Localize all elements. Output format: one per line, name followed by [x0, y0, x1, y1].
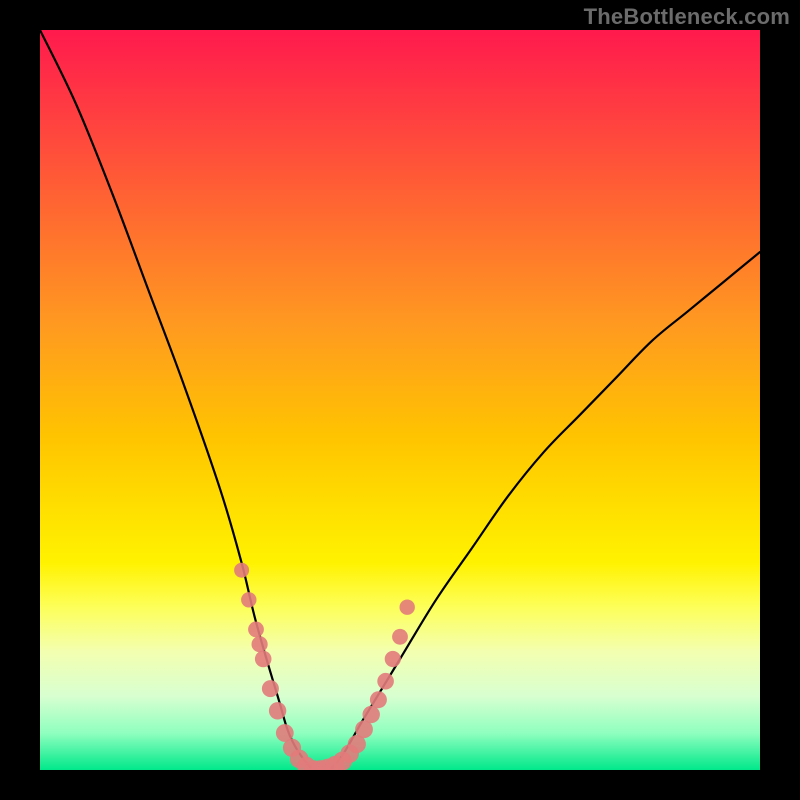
- outer-frame: TheBottleneck.com: [0, 0, 800, 800]
- marker-dot: [269, 702, 286, 719]
- marker-dot: [252, 636, 268, 652]
- plot-area: [40, 30, 760, 770]
- marker-group: [234, 563, 415, 770]
- marker-dot: [377, 673, 394, 690]
- marker-dot: [385, 651, 401, 667]
- marker-dot: [400, 600, 415, 615]
- chart-svg: [40, 30, 760, 770]
- marker-dot: [241, 592, 256, 607]
- marker-dot: [255, 651, 272, 668]
- marker-dot: [234, 563, 249, 578]
- marker-dot: [262, 680, 279, 697]
- marker-dot: [392, 629, 408, 645]
- marker-dot: [363, 706, 380, 723]
- watermark-text: TheBottleneck.com: [584, 4, 790, 30]
- marker-dot: [370, 691, 387, 708]
- marker-dot: [248, 622, 264, 638]
